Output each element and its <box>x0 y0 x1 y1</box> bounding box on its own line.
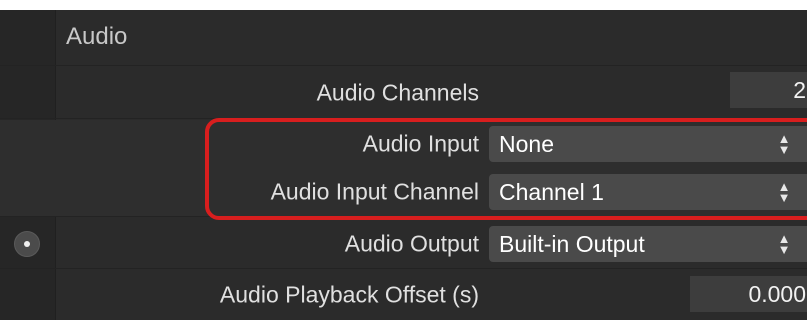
row-audio-input-channel: Audio Input Channel Channel 1 ▲ ▼ <box>0 168 807 217</box>
audio-channels-label: Audio Channels <box>316 79 479 106</box>
row-audio-input: Audio Input None ▲ ▼ <box>0 120 807 169</box>
up-down-chevron-icon: ▲ ▼ <box>777 179 791 205</box>
row-audio-channels: Audio Channels 2 <box>0 68 807 119</box>
radio-dot-icon[interactable] <box>14 231 40 257</box>
audio-playback-offset-field[interactable]: 0.000 <box>690 276 807 312</box>
audio-input-value: None <box>499 131 554 157</box>
section-header: Audio <box>0 10 807 66</box>
audio-output-select[interactable]: Built-in Output ▲ ▼ <box>489 226 807 262</box>
up-down-chevron-icon: ▲ ▼ <box>777 131 791 157</box>
audio-output-value: Built-in Output <box>499 231 645 257</box>
audio-settings-panel: Audio Audio Channels 2 Audio Input None … <box>0 10 807 320</box>
audio-input-label: Audio Input <box>362 130 479 157</box>
audio-output-label: Audio Output <box>344 230 479 257</box>
audio-channels-field[interactable]: 2 <box>730 72 807 108</box>
audio-input-channel-value: Channel 1 <box>499 179 604 205</box>
audio-input-channel-select[interactable]: Channel 1 ▲ ▼ <box>489 174 807 210</box>
row-audio-output: Audio Output Built-in Output ▲ ▼ <box>0 220 807 269</box>
audio-playback-offset-label: Audio Playback Offset (s) <box>219 281 479 308</box>
audio-input-channel-label: Audio Input Channel <box>270 178 479 205</box>
row-audio-playback-offset: Audio Playback Offset (s) 0.000 <box>0 270 807 320</box>
section-title: Audio <box>66 23 128 50</box>
up-down-chevron-icon: ▲ ▼ <box>777 231 791 257</box>
audio-input-select[interactable]: None ▲ ▼ <box>489 126 807 162</box>
